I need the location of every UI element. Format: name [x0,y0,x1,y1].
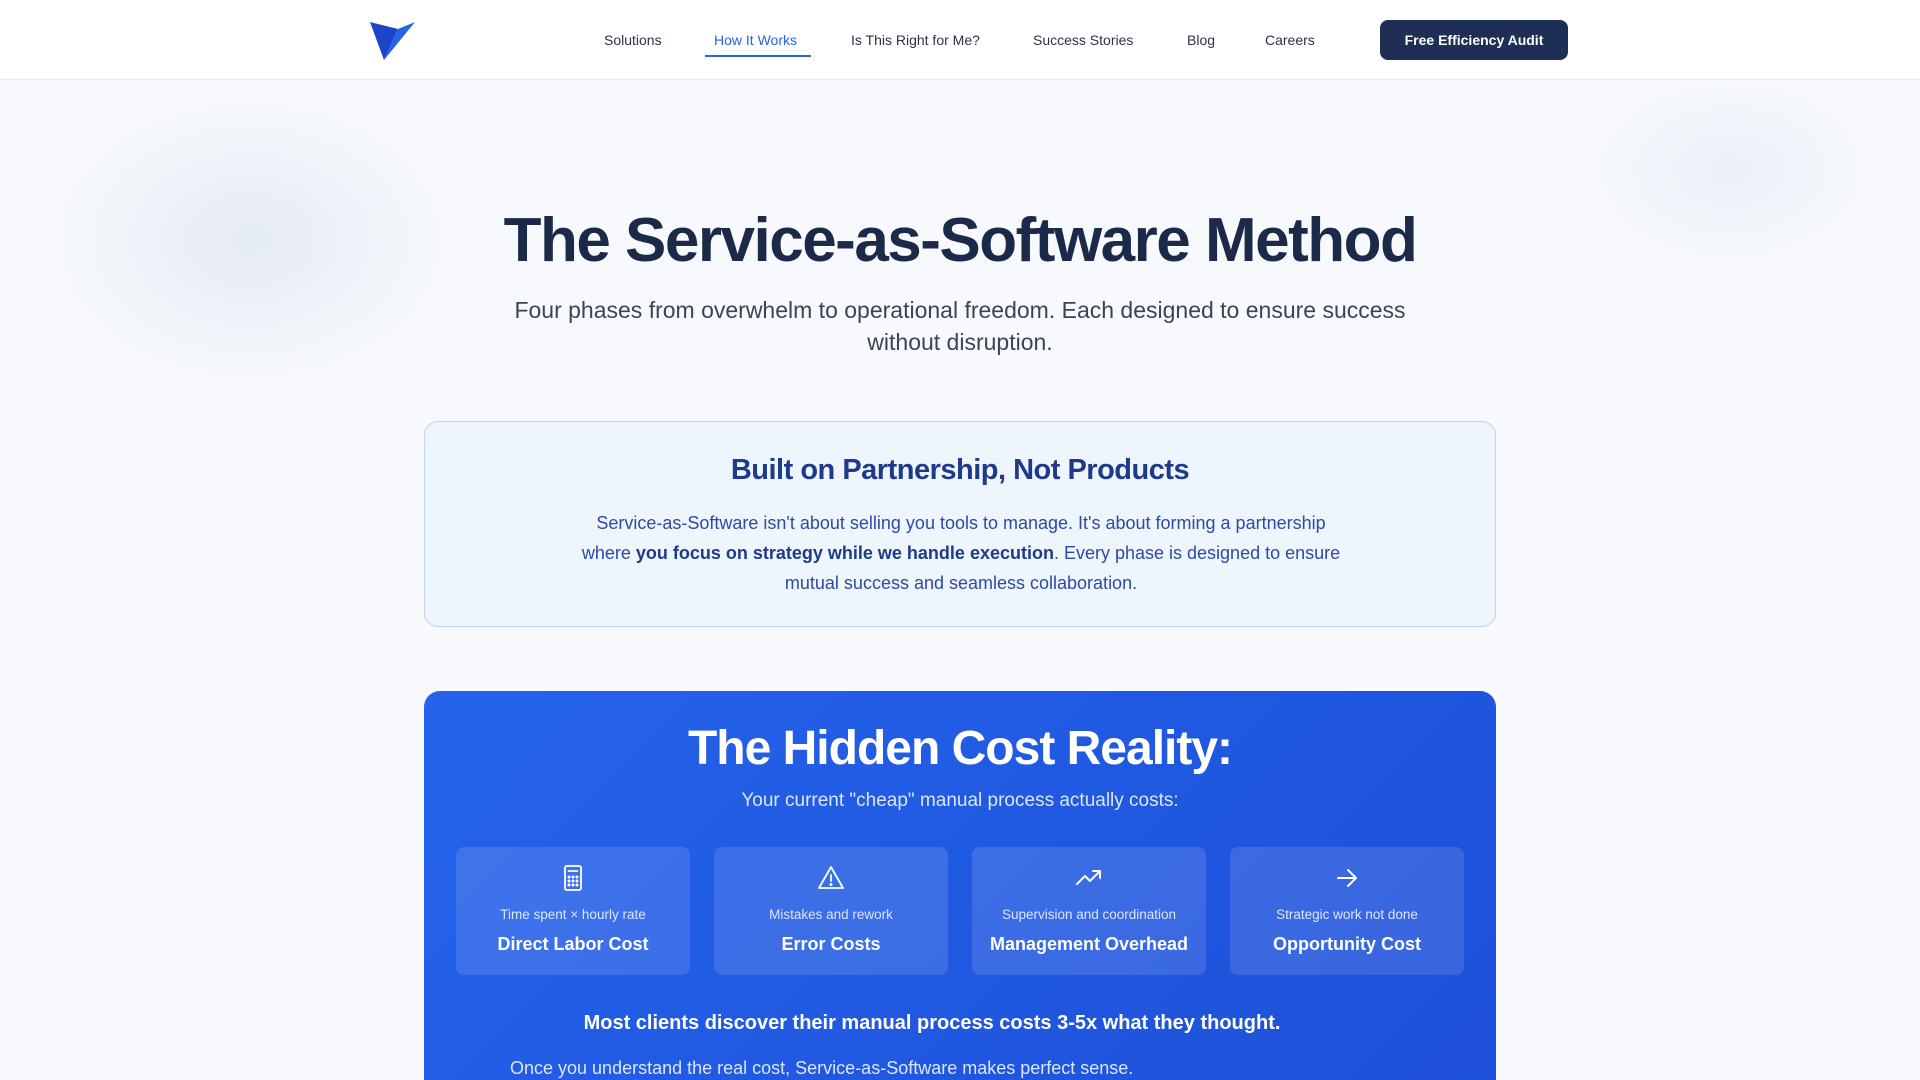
hidden-cost-title: The Hidden Cost Reality: [687,722,1233,775]
site-header: Solutions How It Works Is This Right for… [0,0,1920,80]
nav-blog[interactable]: Blog [1187,0,1215,80]
partnership-text-emphasis: you focus on strategy while we handle ex… [635,543,1054,563]
active-nav-indicator [705,55,811,57]
page-subtitle: Four phases from overwhelm to operationa… [514,297,1406,355]
partnership-title: Built on Partnership, Not Products [730,454,1190,486]
partnership-card: Built on Partnership, Not Products Servi… [424,421,1496,627]
page-title: The Service-as-Software Method [503,206,1418,275]
cost-card-direct-labor: Time spent × hourly rate Direct Labor Co… [456,847,690,975]
partnership-text: Service-as-Software isn't about selling … [575,508,1347,598]
cost-card-name: Opportunity Cost [1273,934,1421,954]
warning-triangle-icon [818,866,844,889]
calculator-icon [564,865,582,891]
hidden-cost-section: The Hidden Cost Reality: Your current "c… [424,691,1496,1080]
free-efficiency-audit-button[interactable]: Free Efficiency Audit [1380,20,1568,60]
cost-card-description: Strategic work not done [1276,907,1418,922]
cost-card-description: Time spent × hourly rate [500,907,646,922]
hidden-cost-note: Most clients discover their manual proce… [583,1012,1281,1034]
nav-careers[interactable]: Careers [1265,0,1315,80]
cost-card-description: Supervision and coordination [1001,907,1177,922]
cost-card-name: Error Costs [781,934,881,954]
arrow-right-icon [1337,869,1357,887]
brand-logo-icon[interactable] [370,22,415,60]
nav-solutions[interactable]: Solutions [604,0,662,80]
trending-up-icon [1076,870,1101,885]
cost-card-name: Management Overhead [989,934,1189,954]
hidden-cost-subtitle: Your current "cheap" manual process actu… [741,790,1179,811]
cost-card-error-costs: Mistakes and rework Error Costs [714,847,948,975]
hidden-cost-footer: Once you understand the real cost, Servi… [510,1058,1134,1078]
cost-card-description: Mistakes and rework [769,907,893,922]
nav-how-it-works[interactable]: How It Works [714,0,797,80]
cost-card-management-overhead: Supervision and coordination Management … [972,847,1206,975]
nav-success-stories[interactable]: Success Stories [1033,0,1133,80]
cost-card-name: Direct Labor Cost [497,934,649,954]
nav-is-this-right-for-me[interactable]: Is This Right for Me? [851,0,980,80]
cost-card-opportunity-cost: Strategic work not done Opportunity Cost [1230,847,1464,975]
